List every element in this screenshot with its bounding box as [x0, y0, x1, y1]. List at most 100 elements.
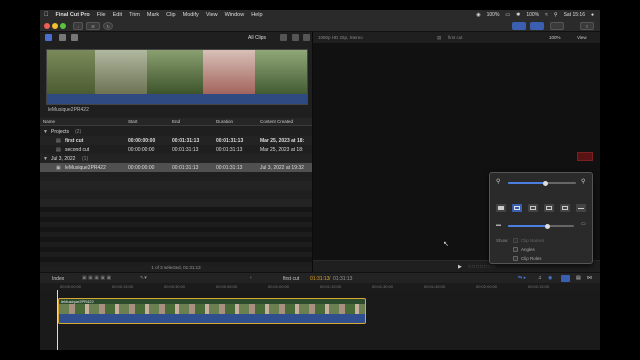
back-arrow-icon[interactable]: ‹ [250, 275, 252, 281]
disclosure-triangle-icon[interactable]: ▼ [43, 129, 48, 135]
menu-edit[interactable]: Edit [113, 12, 122, 18]
row-duration: 00:01:31:13 [216, 138, 244, 144]
clip-appearance-button[interactable] [561, 275, 570, 282]
effects-browser-icon[interactable]: ▤ [576, 275, 581, 281]
libraries-icon[interactable] [45, 34, 52, 41]
clip-height-small-icon[interactable]: ▬ [496, 222, 501, 228]
index-button[interactable]: Index [52, 276, 64, 282]
app-menu[interactable]: Final Cut Pro [56, 12, 90, 18]
audio-waveform [47, 94, 307, 104]
row-name: first cut [65, 138, 84, 144]
viewer-view-menu[interactable]: View [577, 35, 587, 40]
clip-height-slider-fill [508, 225, 548, 227]
search-icon[interactable]: ⚲ [554, 12, 558, 18]
menu-trim[interactable]: Trim [129, 12, 140, 18]
angles-checkbox[interactable] [513, 247, 518, 252]
list-row-second-cut[interactable]: ▤ second cut 00:00:00:00 00:01:31:13 00:… [40, 145, 312, 154]
menu-view[interactable]: View [206, 12, 218, 18]
zoom-window-icon[interactable] [60, 23, 66, 29]
column-content-created[interactable]: Content Created [260, 119, 293, 124]
menu-help[interactable]: Help [251, 12, 262, 18]
wifi-icon[interactable]: ≈ [545, 12, 548, 18]
select-tool-icon[interactable]: ↖▾ [140, 275, 147, 281]
zoom-slider-fill [508, 182, 546, 184]
menu-window[interactable]: Window [225, 12, 245, 18]
appearance-large-waveform[interactable] [512, 204, 522, 212]
clip-height-slider-knob[interactable] [545, 223, 551, 229]
column-duration[interactable]: Duration [216, 119, 233, 124]
zoom-slider-knob[interactable] [542, 180, 548, 186]
timeline-area[interactable]: leMusique2PR422 [40, 290, 600, 350]
minimize-window-icon[interactable] [52, 23, 58, 29]
clip-thumbnails [59, 304, 365, 314]
clip-filmstrip[interactable] [46, 49, 308, 105]
import-button[interactable]: ↓ [73, 22, 83, 30]
appearance-small-waveform[interactable] [544, 204, 554, 212]
clock[interactable]: Sat 15:16 [564, 12, 585, 18]
clip-names-label: Clip Names [521, 238, 545, 243]
clip-names-checkbox[interactable] [513, 238, 518, 243]
column-start[interactable]: Start [128, 119, 138, 124]
ruler-tick: 00:00:00:00 [60, 284, 82, 289]
column-name[interactable]: Name [43, 119, 55, 124]
close-window-icon[interactable] [44, 23, 50, 29]
zoom-out-icon[interactable]: ⚲ [496, 178, 500, 185]
row-end: 00:01:31:13 [172, 147, 199, 153]
list-row-date-group[interactable]: ▼ Jul 3, 2022 (1) [40, 154, 312, 163]
apple-menu-icon[interactable]:  [44, 12, 49, 18]
appearance-filmstrip-only[interactable] [560, 204, 570, 212]
menu-file[interactable]: File [97, 12, 106, 18]
row-created: Jul 3, 2022 at 19:32 [260, 165, 304, 171]
column-end[interactable]: End [172, 119, 180, 124]
menu-clip[interactable]: Clip [166, 12, 175, 18]
clip-filter-menu[interactable]: All Clips [248, 35, 266, 41]
filmstrip-frame [47, 50, 95, 96]
edit-tools-icons[interactable]: ▣ ▣ ▣ ▣ ▣ [82, 275, 111, 281]
zoom-in-icon[interactable]: ⚲ [581, 178, 585, 185]
transitions-browser-icon[interactable]: ⋈ [587, 275, 592, 281]
row-created: Mar 25, 2023 at 18: [260, 147, 304, 153]
keyword-button[interactable]: ☰ [86, 22, 100, 30]
battery-icon[interactable]: ▭ [505, 12, 510, 18]
play-icon[interactable]: ▶ [458, 264, 462, 270]
photos-audio-icon[interactable] [59, 34, 66, 41]
show-timeline-toggle[interactable] [530, 22, 544, 30]
bluetooth-icon[interactable]: ✱ [516, 12, 520, 18]
appearance-equal-waveform[interactable] [528, 204, 538, 212]
solo-icon[interactable]: ◉ [548, 275, 552, 281]
viewer-zoom-menu[interactable]: 100% [549, 35, 561, 40]
share-button[interactable]: ⇧ [580, 22, 594, 30]
appearance-names-only[interactable] [576, 204, 586, 212]
timeline-clip[interactable]: leMusique2PR422 [58, 298, 366, 324]
list-row-first-cut[interactable]: ▤ first cut 00:00:00:00 00:01:31:13 00:0… [40, 136, 312, 145]
playhead[interactable] [57, 290, 58, 350]
appearance-waveform-only[interactable] [496, 204, 506, 212]
clip-height-large-icon[interactable]: ▭ [581, 221, 586, 227]
control-center-icon[interactable]: ● [591, 12, 594, 18]
titles-generators-icon[interactable] [71, 34, 78, 41]
show-inspector-toggle[interactable] [550, 22, 564, 30]
timeline-ruler[interactable]: 00:00:00:00 00:00:15:00 00:00:30:00 00:0… [40, 283, 600, 290]
filmstrip-clip-name: leMusique2PR422 [48, 107, 89, 113]
list-row-projects[interactable]: ▼ Projects (2) [40, 127, 312, 136]
ruler-tick: 00:01:00:00 [268, 284, 290, 289]
timecode-separator: / [329, 276, 331, 282]
disclosure-triangle-icon[interactable]: ▼ [43, 156, 48, 162]
clip-roles-checkbox[interactable] [513, 256, 518, 261]
ruler-tick: 00:00:45:00 [216, 284, 238, 289]
clip-appearance-popover: ⚲ ⚲ ▬ ▭ Show: Clip Names Angles Clip Rol… [489, 172, 593, 264]
row-name: Projects [51, 129, 70, 135]
record-icon[interactable]: ◉ [476, 12, 480, 18]
show-browser-toggle[interactable] [512, 22, 526, 30]
background-tasks-icon[interactable]: ↻ [103, 22, 113, 30]
clip-appearance-icon[interactable] [280, 34, 287, 41]
menu-mark[interactable]: Mark [147, 12, 159, 18]
menu-modify[interactable]: Modify [183, 12, 199, 18]
headphones-icon[interactable]: ♫ [538, 275, 542, 281]
list-row-clip[interactable]: ▣ leMusique2PR422 00:00:00:00 00:01:31:1… [40, 163, 312, 172]
skimming-icons[interactable]: ⇆ ▸ [518, 275, 526, 281]
browser-search-icon[interactable] [303, 34, 310, 41]
row-name: Jul 3, 2022 [51, 156, 76, 162]
list-header: Name Start End Duration Content Created [40, 118, 312, 126]
list-view-icon[interactable] [292, 34, 299, 41]
